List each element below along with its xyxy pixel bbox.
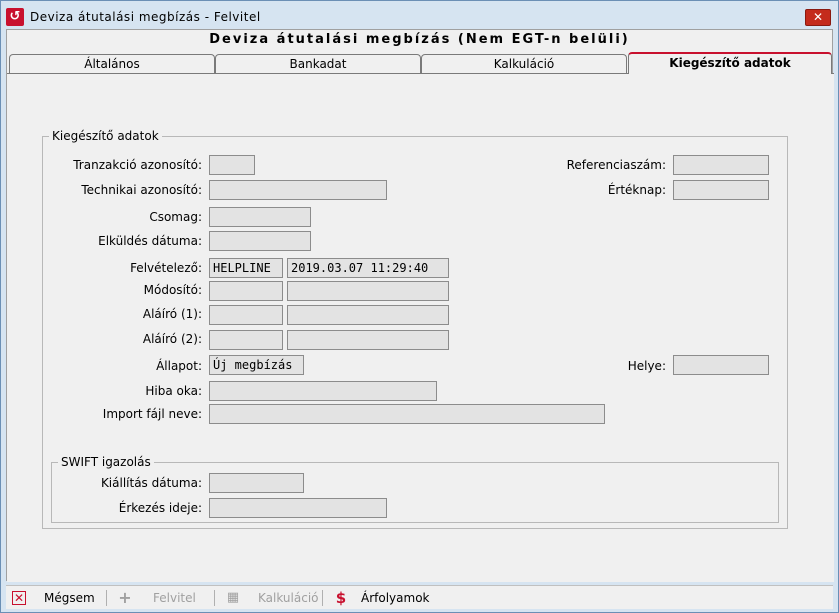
- technikai-field[interactable]: [209, 180, 387, 200]
- felvetelezo-date-field[interactable]: 2019.03.07 11:29:40: [287, 258, 449, 278]
- toolbar-separator: [106, 590, 107, 606]
- referencia-field[interactable]: [673, 155, 769, 175]
- tab-kalkulacio[interactable]: Kalkuláció: [421, 54, 627, 74]
- erteknap-label: Értéknap:: [607, 183, 666, 197]
- add-button-label: Felvitel: [153, 591, 196, 605]
- erkezes-label: Érkezés ideje:: [118, 501, 202, 515]
- hiba-oka-field[interactable]: [209, 381, 437, 401]
- calculation-button-label: Kalkuláció: [258, 591, 319, 605]
- add-button[interactable]: + Felvitel: [116, 586, 216, 610]
- alairo1-user-field[interactable]: [209, 305, 283, 325]
- erteknap-field[interactable]: [673, 180, 769, 200]
- referencia-label: Referenciaszám:: [566, 158, 666, 172]
- hiba-oka-label: Hiba oka:: [145, 384, 202, 398]
- import-fajl-label: Import fájl neve:: [102, 407, 202, 421]
- title-bar[interactable]: ↺ Deviza átutalási megbízás - Felvitel ✕: [2, 2, 837, 30]
- tranzakcio-label: Tranzakció azonosító:: [73, 158, 202, 172]
- allapot-label: Állapot:: [156, 359, 202, 373]
- cancel-button-label: Mégsem: [44, 591, 95, 605]
- tranzakcio-field[interactable]: [209, 155, 255, 175]
- form-client-area: Deviza átutalási megbízás (Nem EGT-n bel…: [6, 29, 834, 582]
- exchange-rates-button[interactable]: $ Árfolyamok: [332, 586, 442, 610]
- helye-label: Helye:: [627, 359, 666, 373]
- main-window: ↺ Deviza átutalási megbízás - Felvitel ✕…: [0, 0, 839, 613]
- kiegeszito-groupbox: Kiegészítő adatok Tranzakció azonosító: …: [42, 129, 788, 529]
- allapot-field[interactable]: Új megbízás: [209, 355, 304, 375]
- tab-altalanos[interactable]: Általános: [9, 54, 215, 74]
- cancel-icon: ✕: [12, 591, 26, 605]
- csomag-label: Csomag:: [149, 210, 202, 224]
- plus-icon: +: [118, 588, 132, 607]
- kiallitas-field[interactable]: [209, 473, 304, 493]
- kiallitas-label: Kiállítás dátuma:: [100, 476, 202, 490]
- tab-strip: Általános Bankadat Kalkuláció Kiegészítő…: [7, 52, 834, 74]
- swift-groupbox: SWIFT igazolás Kiállítás dátuma: Érkezés…: [51, 455, 779, 523]
- modosito-user-field[interactable]: [209, 281, 283, 301]
- modosito-label: Módosító:: [143, 283, 202, 297]
- elkuldes-label: Elküldés dátuma:: [98, 234, 202, 248]
- bottom-toolbar: ✕ Mégsem + Felvitel ▦ Kalkuláció $ Árfol…: [6, 585, 833, 609]
- helye-field[interactable]: [673, 355, 769, 375]
- form-heading: Deviza átutalási megbízás (Nem EGT-n bel…: [209, 32, 630, 47]
- alairo1-label: Aláíró (1):: [142, 307, 202, 321]
- toolbar-separator: [322, 590, 323, 606]
- exchange-rates-button-label: Árfolyamok: [361, 591, 430, 605]
- dollar-icon: $: [335, 589, 347, 607]
- app-logo-icon: ↺: [6, 8, 24, 26]
- csomag-field[interactable]: [209, 207, 311, 227]
- swift-legend: SWIFT igazolás: [58, 455, 154, 469]
- grid-icon: ▦: [226, 590, 240, 605]
- close-button[interactable]: ✕: [805, 9, 831, 26]
- felvetelezo-label: Felvételező:: [130, 261, 202, 275]
- import-fajl-field[interactable]: [209, 404, 605, 424]
- alairo2-date-field[interactable]: [287, 330, 449, 350]
- alairo1-date-field[interactable]: [287, 305, 449, 325]
- tab-kiegeszito-adatok[interactable]: Kiegészítő adatok: [628, 52, 832, 74]
- technikai-label: Technikai azonosító:: [81, 183, 202, 197]
- erkezes-field[interactable]: [209, 498, 387, 518]
- close-icon: ✕: [812, 10, 824, 24]
- toolbar-separator: [214, 590, 215, 606]
- tab-bankadat[interactable]: Bankadat: [215, 54, 421, 74]
- cancel-button[interactable]: ✕ Mégsem: [10, 586, 100, 610]
- alairo2-user-field[interactable]: [209, 330, 283, 350]
- tab-panel-kiegeszito: Kiegészítő adatok Tranzakció azonosító: …: [7, 73, 834, 582]
- alairo2-label: Aláíró (2):: [142, 332, 202, 346]
- kiegeszito-legend: Kiegészítő adatok: [49, 129, 162, 143]
- felvetelezo-user-field[interactable]: HELPLINE: [209, 258, 283, 278]
- window-title: Deviza átutalási megbízás - Felvitel: [30, 10, 261, 24]
- modosito-date-field[interactable]: [287, 281, 449, 301]
- elkuldes-field[interactable]: [209, 231, 311, 251]
- calculation-button[interactable]: ▦ Kalkuláció: [224, 586, 324, 610]
